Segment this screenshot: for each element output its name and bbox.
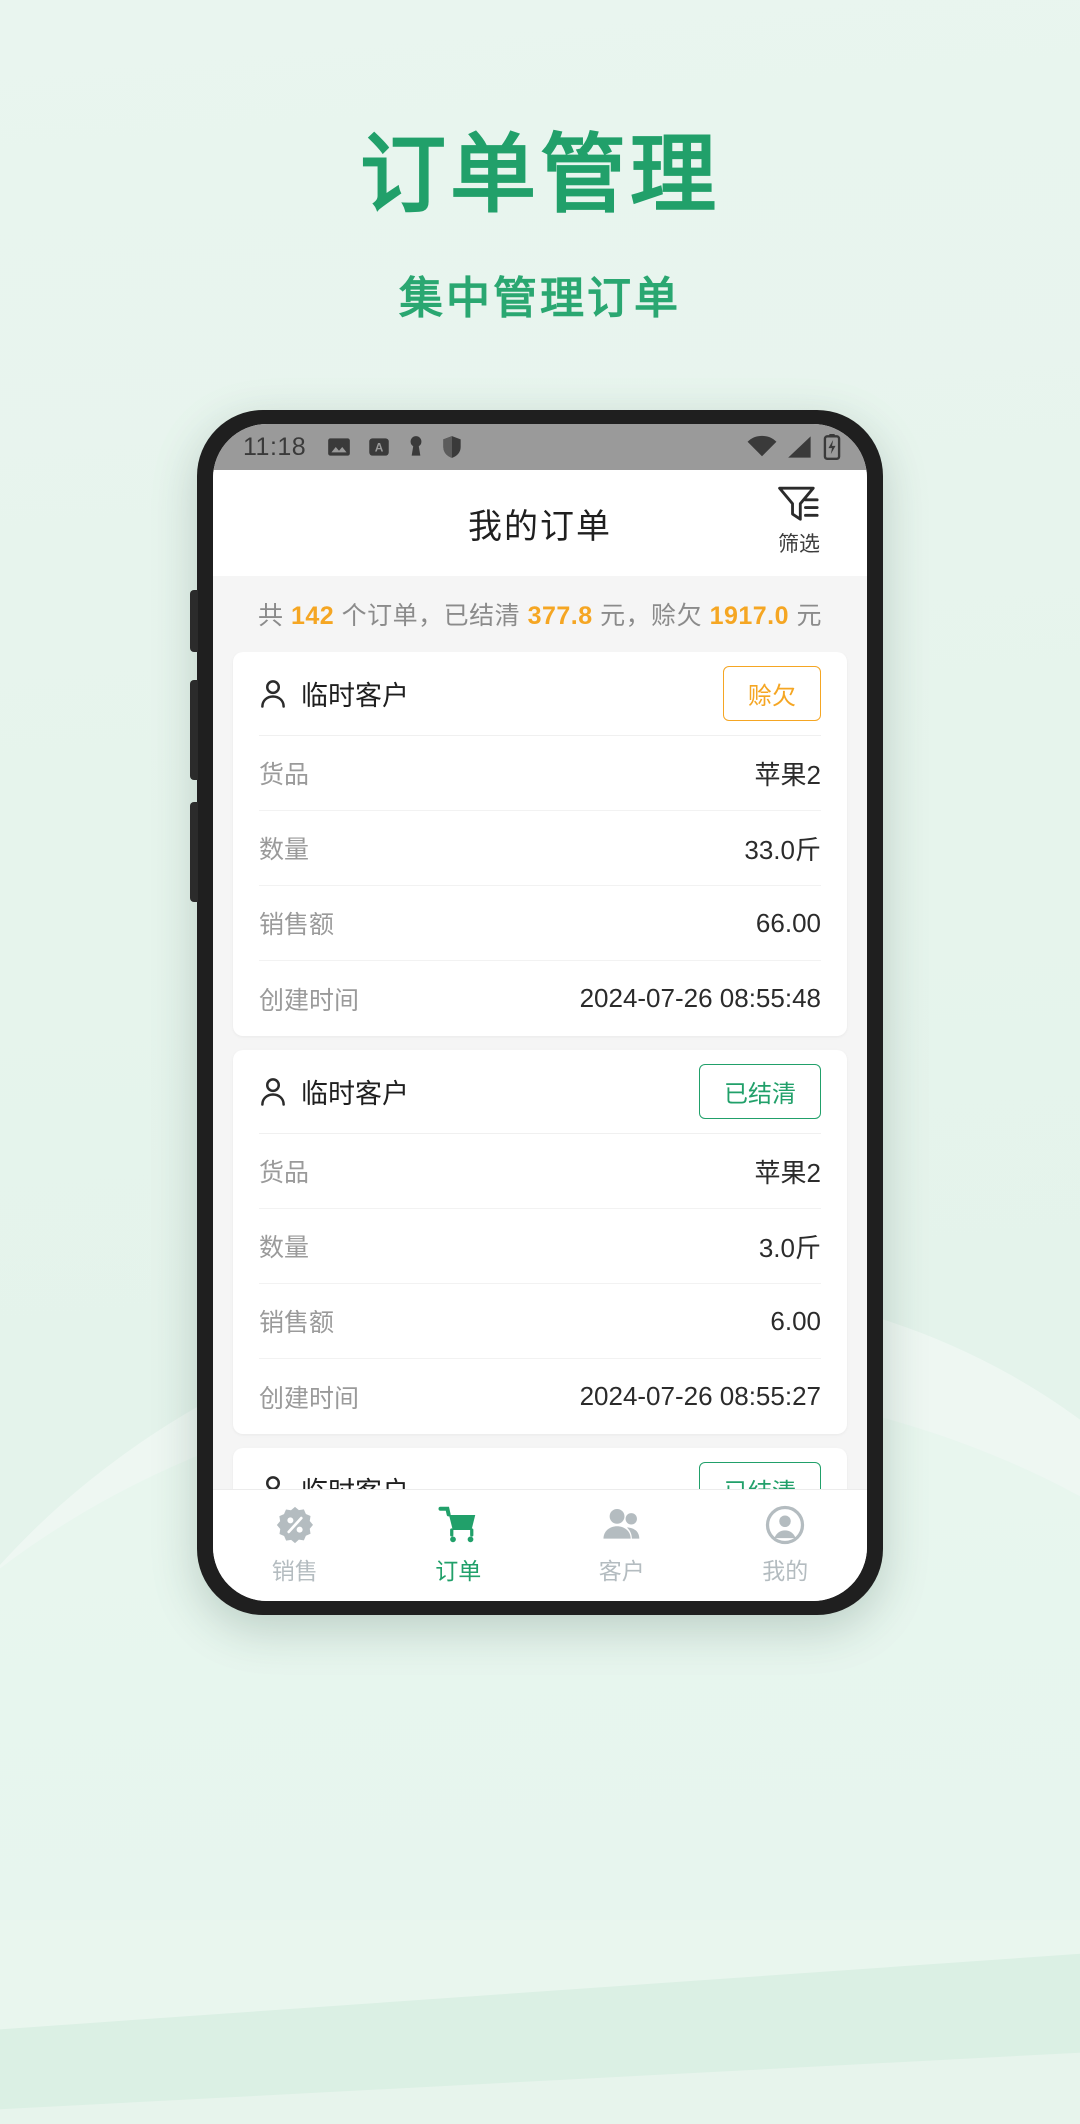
people-icon bbox=[603, 1508, 640, 1539]
order-field-label: 销售额 bbox=[259, 1309, 335, 1337]
person-circle-icon bbox=[766, 1505, 805, 1545]
summary-settled-amount: 377.8 bbox=[527, 602, 593, 630]
shield-icon bbox=[443, 436, 461, 458]
nav-label-orders: 订单 bbox=[435, 1558, 482, 1584]
signal-icon bbox=[788, 436, 811, 458]
order-card[interactable]: 临时客户 赊欠 货品 苹果2 数量 33.0斤 销售额 66.00 创建时间 2… bbox=[233, 652, 847, 1036]
phone-mockup: 11:18 A 我的订单 筛选 共 142 个订单，已结清 377.8 元，赊欠… bbox=[190, 410, 883, 1615]
nav-item-sales[interactable]: 销售 bbox=[213, 1490, 377, 1601]
order-field-label: 数量 bbox=[259, 1234, 310, 1262]
person-icon bbox=[261, 1077, 285, 1106]
filter-button-label: 筛选 bbox=[778, 533, 820, 556]
order-field-value: 33.0斤 bbox=[744, 834, 821, 865]
summary-mid2: 元，赊欠 bbox=[592, 602, 710, 630]
order-card-header: 临时客户 赊欠 bbox=[259, 652, 821, 736]
order-field-label: 数量 bbox=[259, 836, 310, 864]
order-field-label: 创建时间 bbox=[259, 986, 360, 1015]
app-bar: 我的订单 筛选 bbox=[213, 470, 867, 576]
order-field-row: 货品 苹果2 bbox=[259, 736, 821, 811]
phone-button-mute[interactable] bbox=[190, 590, 198, 652]
nav-item-customers[interactable]: 客户 bbox=[540, 1490, 704, 1601]
app-bar-title: 我的订单 bbox=[468, 507, 612, 546]
order-status-badge: 已结清 bbox=[699, 1462, 821, 1489]
order-field-row: 创建时间 2024-07-26 08:55:27 bbox=[259, 1359, 821, 1434]
order-field-row: 销售额 66.00 bbox=[259, 886, 821, 961]
summary-mid1: 个订单，已结清 bbox=[334, 602, 528, 630]
discount-badge-icon bbox=[276, 1506, 313, 1544]
order-summary-bar: 共 142 个订单，已结清 377.8 元，赊欠 1917.0 元 bbox=[213, 576, 867, 652]
order-field-label: 销售额 bbox=[259, 911, 335, 939]
order-field-row: 销售额 6.00 bbox=[259, 1284, 821, 1359]
person-icon bbox=[261, 679, 285, 708]
phone-button-power[interactable] bbox=[190, 802, 198, 902]
order-status-badge: 已结清 bbox=[699, 1064, 821, 1119]
order-field-value: 2024-07-26 08:55:48 bbox=[579, 983, 821, 1013]
order-customer-name: 临时客户 bbox=[301, 1079, 409, 1109]
order-card[interactable]: 临时客户 已结清 货品 苹果2 数量 3.0斤 销售额 6.00 创建时间 20… bbox=[233, 1050, 847, 1434]
filter-button[interactable]: 筛选 bbox=[757, 484, 841, 558]
status-bar: 11:18 A bbox=[213, 424, 867, 470]
order-customer-name: 临时客户 bbox=[301, 1470, 409, 1489]
order-card-header: 临时客户 已结清 bbox=[259, 1448, 821, 1489]
a-badge-icon: A bbox=[369, 438, 389, 456]
battery-charging-icon bbox=[823, 434, 841, 460]
status-bar-clock: 11:18 bbox=[243, 432, 307, 461]
status-bar-notification-icons: A bbox=[326, 434, 464, 460]
person-icon bbox=[266, 1475, 280, 1489]
order-field-value: 苹果2 bbox=[754, 759, 821, 790]
order-field-row: 货品 苹果2 bbox=[259, 1134, 821, 1209]
order-card-header: 临时客户 已结清 bbox=[259, 1050, 821, 1134]
order-field-row: 数量 33.0斤 bbox=[259, 811, 821, 886]
keyhole-icon bbox=[410, 436, 422, 456]
order-field-label: 货品 bbox=[259, 761, 310, 789]
phone-button-volume[interactable] bbox=[190, 680, 198, 780]
summary-order-count: 142 bbox=[290, 602, 335, 630]
order-field-value: 66.00 bbox=[755, 907, 821, 938]
funnel-icon bbox=[778, 486, 819, 521]
summary-prefix: 共 bbox=[258, 602, 291, 630]
order-field-value: 6.00 bbox=[770, 1305, 821, 1336]
order-customer-name: 临时客户 bbox=[301, 681, 409, 711]
summary-suffix: 元 bbox=[789, 602, 822, 630]
nav-item-orders[interactable]: 订单 bbox=[377, 1490, 541, 1601]
image-icon bbox=[328, 438, 351, 456]
nav-label-customers: 客户 bbox=[598, 1558, 645, 1584]
order-card[interactable]: 临时客户 已结清 货品 苹果2 数量 23.0斤 销售额 46.00 bbox=[233, 1448, 847, 1489]
order-field-label: 创建时间 bbox=[259, 1384, 360, 1413]
svg-text:A: A bbox=[375, 440, 384, 454]
order-field-value: 2024-07-26 08:55:27 bbox=[579, 1381, 821, 1411]
status-bar-system-icons bbox=[747, 434, 841, 460]
phone-screen: 11:18 A 我的订单 筛选 共 142 个订单，已结清 377.8 元，赊欠… bbox=[213, 424, 867, 1601]
summary-debt-amount: 1917.0 bbox=[709, 602, 790, 630]
page-subtitle: 集中管理订单 bbox=[399, 274, 681, 323]
wifi-icon bbox=[747, 435, 777, 457]
bottom-navigation: 销售 订单 客户 我的 bbox=[213, 1489, 867, 1601]
order-status-badge: 赊欠 bbox=[723, 666, 821, 721]
order-list[interactable]: 临时客户 赊欠 货品 苹果2 数量 33.0斤 销售额 66.00 创建时间 2… bbox=[213, 652, 867, 1489]
hero-section: 订单管理 集中管理订单 bbox=[0, 0, 1080, 326]
order-field-value: 苹果2 bbox=[754, 1157, 821, 1188]
nav-label-sales: 销售 bbox=[271, 1558, 318, 1584]
order-field-value: 3.0斤 bbox=[758, 1232, 821, 1263]
nav-label-profile: 我的 bbox=[762, 1558, 809, 1584]
nav-item-profile[interactable]: 我的 bbox=[704, 1490, 868, 1601]
order-field-label: 货品 bbox=[259, 1159, 310, 1187]
page-title: 订单管理 bbox=[360, 127, 720, 223]
shopping-cart-icon bbox=[438, 1506, 476, 1543]
order-field-row: 创建时间 2024-07-26 08:55:48 bbox=[259, 961, 821, 1036]
order-field-row: 数量 3.0斤 bbox=[259, 1209, 821, 1284]
